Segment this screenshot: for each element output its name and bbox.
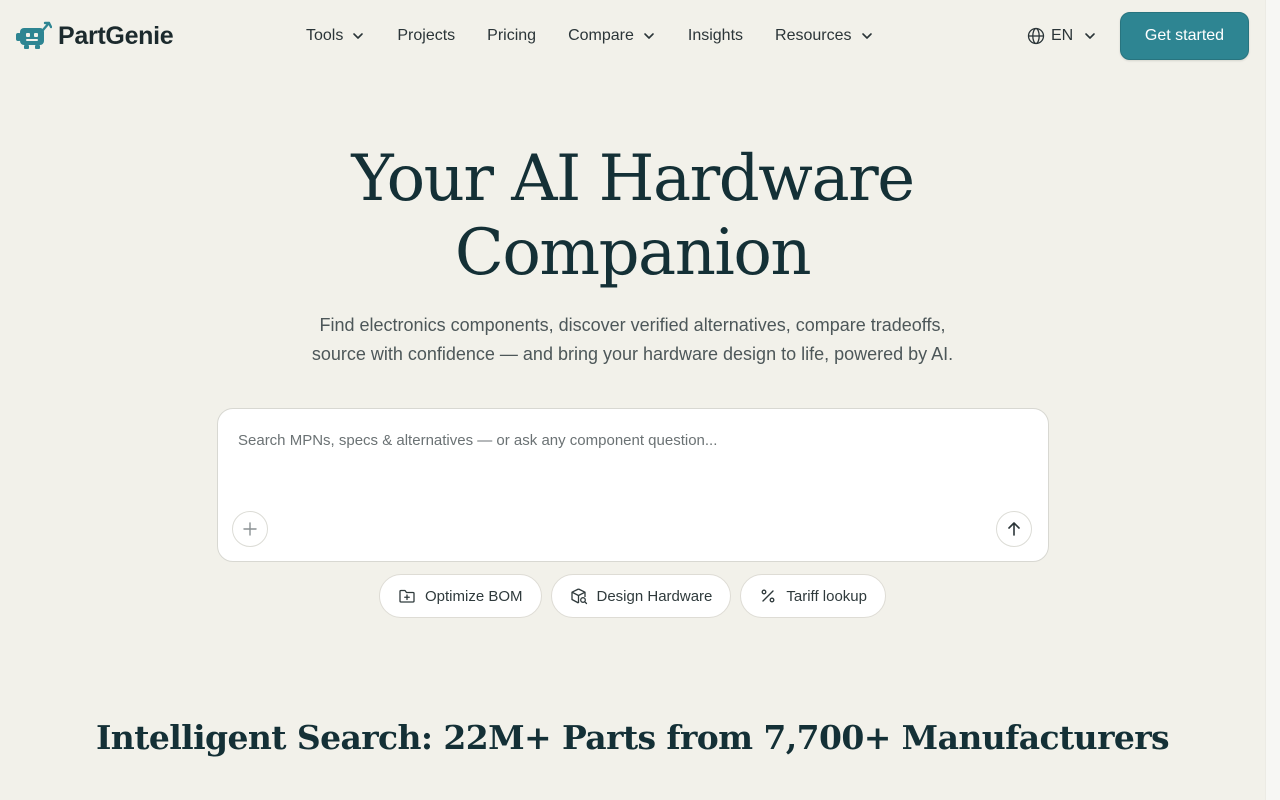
tariff-lookup-chip[interactable]: Tariff lookup	[740, 574, 886, 618]
brand-name: PartGenie	[58, 21, 174, 50]
hero-title-line: Companion	[454, 216, 812, 290]
nav-item-label: Insights	[687, 27, 744, 44]
chip-label: Optimize BOM	[424, 587, 523, 605]
brand-logo[interactable]: PartGenie	[16, 20, 174, 52]
design-hardware-chip[interactable]: Design Hardware	[550, 574, 732, 618]
nav-item-label: Tools	[306, 27, 344, 44]
nav-item-label: Compare	[568, 27, 634, 44]
search-panel	[217, 408, 1049, 562]
hero-title-line: Your AI Hardware	[351, 142, 915, 216]
chevron-down-icon	[644, 33, 654, 39]
nav-item-compare[interactable]: Compare	[568, 27, 656, 45]
nav-item-tools[interactable]: Tools	[306, 27, 365, 45]
add-attachment-button[interactable]	[232, 511, 268, 547]
language-selector[interactable]: EN	[1027, 24, 1097, 48]
chevron-down-icon	[861, 33, 872, 39]
percent-icon	[761, 589, 775, 603]
quick-actions: Optimize BOM Design Hardware Tariff look…	[0, 574, 1265, 618]
folder-plus-icon	[399, 589, 415, 603]
nav-item-label: Resources	[775, 27, 852, 44]
hero-subtitle-line: Find electronics components, discover ve…	[319, 315, 946, 335]
plus-icon	[243, 522, 257, 536]
submit-search-button[interactable]	[996, 511, 1032, 547]
hero-title: Your AI Hardware Companion	[0, 142, 1265, 290]
hero-subtitle: Find electronics components, discover ve…	[0, 311, 1265, 369]
nav-item-label: Pricing	[487, 27, 537, 44]
chevron-down-icon	[1085, 33, 1096, 39]
chip-label: Design Hardware	[596, 587, 713, 605]
nav-item-resources[interactable]: Resources	[775, 27, 873, 45]
main-nav: Tools Projects Pricing Compare Insights …	[306, 22, 874, 50]
page-scrollbar[interactable]	[1265, 0, 1280, 800]
get-started-button[interactable]: Get started	[1120, 12, 1249, 60]
nav-item-label: Projects	[397, 27, 456, 44]
site-header: PartGenie Tools Projects Pricing Compare…	[0, 0, 1265, 72]
chevron-down-icon	[353, 33, 364, 39]
arrow-up-icon	[1008, 522, 1020, 536]
robot-logo-icon	[16, 21, 52, 49]
language-label: EN	[1051, 27, 1074, 44]
nav-item-projects[interactable]: Projects	[397, 27, 455, 45]
optimize-bom-chip[interactable]: Optimize BOM	[378, 574, 542, 618]
package-search-icon	[570, 588, 587, 605]
nav-item-insights[interactable]: Insights	[688, 27, 743, 45]
chip-label: Tariff lookup	[786, 587, 867, 605]
nav-item-pricing[interactable]: Pricing	[487, 27, 536, 45]
section-title: Intelligent Search: 22M+ Parts from 7,70…	[95, 718, 1170, 757]
globe-icon	[1027, 27, 1045, 45]
hero-subtitle-line: source with confidence — and bring your …	[311, 344, 954, 364]
search-input[interactable]	[238, 429, 1018, 451]
